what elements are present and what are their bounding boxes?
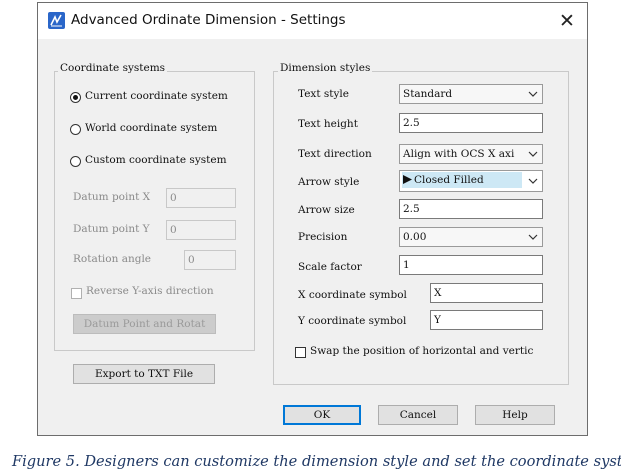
x-coordinate-symbol-input[interactable]: X xyxy=(430,283,543,303)
app-icon xyxy=(48,12,65,29)
precision-label: Precision xyxy=(298,231,348,243)
coordinate-systems-group xyxy=(54,71,255,351)
reverse-y-axis-label: Reverse Y-axis direction xyxy=(86,285,214,297)
arrow-size-label: Arrow size xyxy=(298,204,355,216)
chevron-down-icon xyxy=(528,234,538,240)
text-height-label: Text height xyxy=(298,118,358,130)
text-style-value: Standard xyxy=(403,88,453,100)
datum-y-input[interactable]: 0 xyxy=(166,220,236,240)
cancel-button[interactable]: Cancel xyxy=(378,405,458,425)
settings-dialog: Advanced Ordinate Dimension - Settings ✕… xyxy=(37,2,588,436)
text-style-label: Text style xyxy=(298,88,349,100)
export-txt-button[interactable]: Export to TXT File xyxy=(73,364,215,384)
datum-y-label: Datum point Y xyxy=(73,223,150,235)
radio-custom-coordinate-system[interactable] xyxy=(70,156,81,167)
precision-select[interactable]: 0.00 xyxy=(399,227,543,247)
radio-world-label: World coordinate system xyxy=(85,122,218,134)
text-direction-label: Text direction xyxy=(298,148,372,160)
figure-caption: Figure 5. Designers can customize the di… xyxy=(12,453,621,470)
radio-custom-label: Custom coordinate system xyxy=(85,154,227,166)
closed-filled-arrow-icon xyxy=(403,175,412,184)
datum-point-rotation-button[interactable]: Datum Point and Rotat xyxy=(73,314,216,334)
coordinate-systems-legend: Coordinate systems xyxy=(58,62,168,74)
scale-factor-label: Scale factor xyxy=(298,261,362,273)
arrow-size-input[interactable]: 2.5 xyxy=(399,199,543,219)
chevron-down-icon xyxy=(528,178,538,184)
text-direction-select[interactable]: Align with OCS X axi xyxy=(399,144,543,164)
radio-current-label: Current coordinate system xyxy=(85,90,228,102)
swap-position-checkbox[interactable] xyxy=(295,347,306,358)
precision-value: 0.00 xyxy=(403,231,427,243)
chevron-down-icon xyxy=(528,91,538,97)
datum-x-label: Datum point X xyxy=(73,191,151,203)
reverse-y-axis-checkbox[interactable] xyxy=(71,288,82,299)
arrow-style-select[interactable]: Closed Filled xyxy=(399,170,543,192)
close-icon[interactable]: ✕ xyxy=(555,9,579,33)
help-button[interactable]: Help xyxy=(475,405,555,425)
text-direction-value: Align with OCS X axi xyxy=(403,148,515,160)
x-coordinate-symbol-label: X coordinate symbol xyxy=(298,289,407,301)
window-title: Advanced Ordinate Dimension - Settings xyxy=(71,12,346,28)
title-bar: Advanced Ordinate Dimension - Settings ✕ xyxy=(38,3,587,39)
text-style-select[interactable]: Standard xyxy=(399,84,543,104)
datum-x-input[interactable]: 0 xyxy=(166,188,236,208)
chevron-down-icon xyxy=(528,151,538,157)
text-height-input[interactable]: 2.5 xyxy=(399,113,543,133)
y-coordinate-symbol-label: Y coordinate symbol xyxy=(298,315,407,327)
dimension-styles-legend: Dimension styles xyxy=(278,62,373,74)
radio-world-coordinate-system[interactable] xyxy=(70,124,81,135)
swap-position-label: Swap the position of horizontal and vert… xyxy=(310,345,534,357)
rotation-angle-label: Rotation angle xyxy=(73,253,152,265)
ok-button[interactable]: OK xyxy=(283,405,361,425)
y-coordinate-symbol-input[interactable]: Y xyxy=(430,310,543,330)
rotation-angle-input[interactable]: 0 xyxy=(184,250,236,270)
scale-factor-input[interactable]: 1 xyxy=(399,255,543,275)
arrow-style-value: Closed Filled xyxy=(414,174,484,186)
arrow-style-label: Arrow style xyxy=(298,176,360,188)
radio-current-coordinate-system[interactable] xyxy=(70,92,81,103)
